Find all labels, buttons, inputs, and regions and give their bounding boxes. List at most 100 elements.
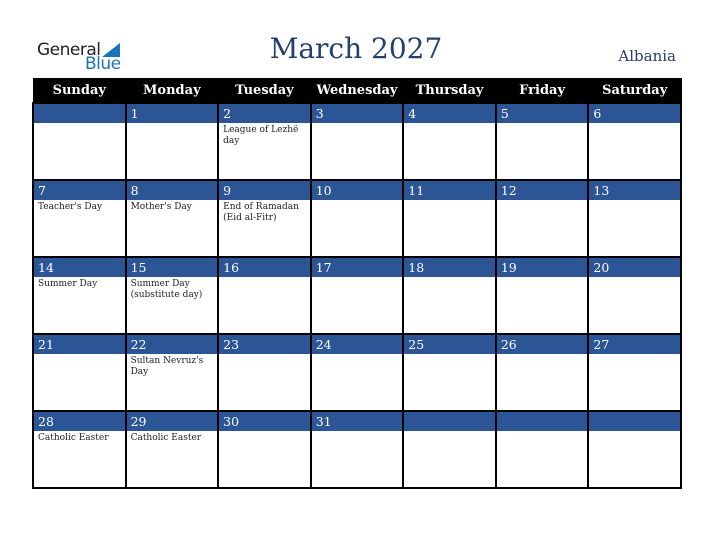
holiday-label: [497, 431, 588, 433]
day-cell: [494, 410, 590, 489]
day-number: 25: [404, 335, 495, 354]
day-number: 3: [311, 104, 403, 123]
day-cell: 11: [402, 179, 497, 258]
day-number: 18: [404, 258, 495, 277]
holiday-label: [312, 200, 403, 202]
holiday-label: [34, 123, 125, 125]
day-cell: 18: [402, 256, 497, 335]
day-cell: 8 Mother's Day: [124, 179, 220, 258]
day-cell: 2 League of Lezhë day: [217, 102, 312, 181]
holiday-label: Summer Day (substitute day): [130, 279, 203, 300]
day-number: 17: [311, 258, 403, 277]
calendar-grid: Sunday Monday Tuesday Wednesday Thursday…: [32, 78, 682, 489]
day-number: 7: [34, 181, 125, 200]
day-cell: 16: [217, 256, 312, 335]
day-number: 11: [404, 181, 495, 200]
holiday-label: Mother's Day: [130, 202, 192, 212]
country-label: Albania: [618, 47, 676, 65]
day-cell: [32, 102, 127, 181]
holiday-label: End of Ramadan (Eid al-Fitr): [223, 202, 299, 223]
day-cell: 7 Teacher's Day: [32, 179, 127, 258]
day-number: [404, 412, 495, 431]
day-number: 30: [219, 412, 310, 431]
day-cell: 29 Catholic Easter: [124, 410, 220, 489]
day-cell: [402, 410, 497, 489]
holiday-label: [589, 431, 680, 433]
holiday-label: [219, 354, 310, 356]
week-row: 14 Summer Day 15 Summer Day (substitute day…: [32, 256, 682, 335]
holiday-label: Sultan Nevruz's Day: [130, 356, 204, 377]
weekday-header-row: Sunday Monday Tuesday Wednesday Thursday…: [32, 78, 682, 104]
day-cell: 31: [309, 410, 405, 489]
day-number: 2: [219, 104, 310, 123]
day-number: 12: [496, 181, 588, 200]
holiday-label: [589, 277, 680, 279]
weekday-header: Sunday: [32, 78, 127, 104]
holiday-label: [497, 277, 588, 279]
week-row: 7 Teacher's Day 8 Mother's Day 9 End of Ramad…: [32, 179, 682, 258]
day-cell: 30: [217, 410, 312, 489]
day-number: 23: [219, 335, 310, 354]
weekday-header: Friday: [495, 78, 589, 104]
day-number: 5: [496, 104, 588, 123]
holiday-label: [127, 123, 218, 125]
holiday-label: [404, 277, 495, 279]
day-number: 27: [589, 335, 680, 354]
holiday-label: [589, 200, 680, 202]
day-number: 15: [126, 258, 218, 277]
day-number: [496, 412, 588, 431]
day-cell: 6: [587, 102, 682, 181]
day-cell: 25: [402, 333, 497, 412]
day-cell: 14 Summer Day: [32, 256, 127, 335]
holiday-label: [404, 200, 495, 202]
day-number: 24: [311, 335, 403, 354]
day-number: 31: [311, 412, 403, 431]
day-number: 14: [34, 258, 125, 277]
day-number: 29: [126, 412, 218, 431]
day-number: [34, 104, 125, 123]
day-cell: 26: [494, 333, 590, 412]
day-number: 26: [496, 335, 588, 354]
day-cell: [587, 410, 682, 489]
holiday-label: Teacher's Day: [38, 202, 103, 212]
holiday-label: [404, 431, 495, 433]
holiday-label: [589, 354, 680, 356]
page-title: March 2027: [269, 32, 443, 65]
day-number: 13: [589, 181, 680, 200]
holiday-label: [497, 354, 588, 356]
day-number: 22: [126, 335, 218, 354]
weekday-header: Wednesday: [310, 78, 404, 104]
day-cell: 4: [402, 102, 497, 181]
day-number: [589, 412, 680, 431]
holiday-label: [312, 123, 403, 125]
day-number: 20: [589, 258, 680, 277]
day-number: 4: [404, 104, 495, 123]
weekday-header: Tuesday: [217, 78, 312, 104]
holiday-label: [312, 277, 403, 279]
weekday-header: Thursday: [402, 78, 497, 104]
holiday-label: [589, 123, 680, 125]
holiday-label: [404, 123, 495, 125]
day-cell: 5: [494, 102, 590, 181]
day-cell: 1: [124, 102, 220, 181]
day-number: 6: [589, 104, 680, 123]
day-cell: 24: [309, 333, 405, 412]
day-cell: 23: [217, 333, 312, 412]
holiday-label: Summer Day: [38, 279, 98, 289]
day-number: 28: [34, 412, 125, 431]
holiday-label: [497, 123, 588, 125]
holiday-label: [312, 431, 403, 433]
day-cell: 22 Sultan Nevruz's Day: [124, 333, 220, 412]
day-number: 8: [126, 181, 218, 200]
holiday-label: [219, 431, 310, 433]
day-number: 9: [219, 181, 310, 200]
day-number: 10: [311, 181, 403, 200]
day-cell: 15 Summer Day (substitute day): [124, 256, 220, 335]
day-number: 21: [34, 335, 125, 354]
holiday-label: League of Lezhë day: [223, 125, 299, 146]
day-cell: 20: [587, 256, 682, 335]
holiday-label: [219, 277, 310, 279]
day-cell: 3: [309, 102, 405, 181]
holiday-label: [312, 354, 403, 356]
holiday-label: Catholic Easter: [38, 433, 109, 443]
